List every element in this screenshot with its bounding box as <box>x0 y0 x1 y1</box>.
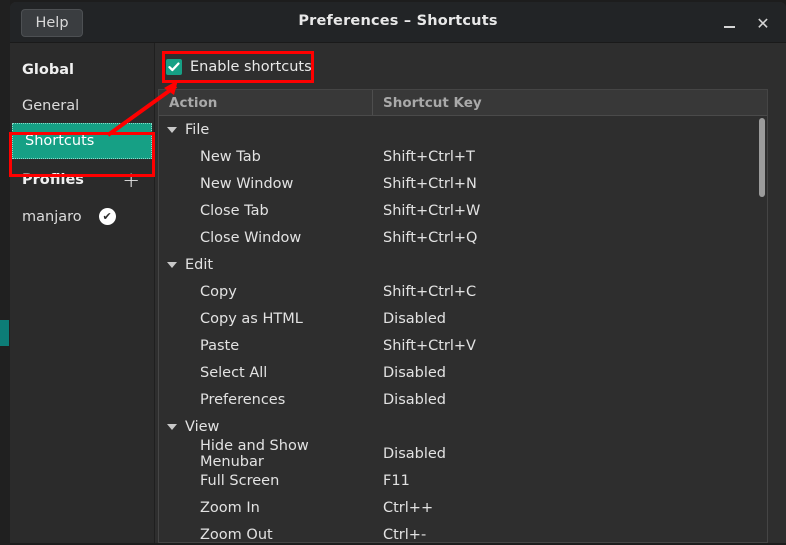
table-group-label: Edit <box>185 256 214 273</box>
sidebar-item-general[interactable]: General <box>10 89 154 123</box>
cell-shortcut-key[interactable]: Disabled <box>373 365 767 381</box>
table-row[interactable]: Preferences Disabled <box>159 386 767 413</box>
table-row[interactable]: Zoom Out Ctrl+- <box>159 521 767 543</box>
chevron-down-icon[interactable] <box>167 126 177 133</box>
cell-action: Full Screen <box>200 472 280 489</box>
check-circle-icon: ✔ <box>98 208 116 225</box>
column-header-action[interactable]: Action <box>159 90 373 115</box>
content-panel: Enable shortcuts Action Shortcut Key Fil… <box>155 43 786 543</box>
table-group-row[interactable]: Edit <box>159 251 767 278</box>
titlebar: Help Preferences – Shortcuts ✕ <box>10 2 786 43</box>
table-group-row[interactable]: View <box>159 413 767 440</box>
cell-action: Copy <box>200 283 237 300</box>
profile-name: manjaro <box>22 208 82 225</box>
cell-action: Preferences <box>200 391 286 408</box>
close-icon: ✕ <box>756 13 770 33</box>
profiles-header-row: Profiles + <box>10 159 154 197</box>
table-row[interactable]: Hide and Show Menubar Disabled <box>159 437 767 470</box>
enable-shortcuts-checkbox[interactable] <box>166 59 182 75</box>
screen: Help Preferences – Shortcuts ✕ Global Ge… <box>0 0 786 545</box>
minimize-button[interactable] <box>718 12 740 34</box>
shortcuts-table: Action Shortcut Key File New Tab Shift+Ctr… <box>158 89 768 543</box>
enable-shortcuts-label: Enable shortcuts <box>190 59 312 75</box>
cell-shortcut-key[interactable]: Ctrl++ <box>373 500 767 516</box>
desktop-accent-strip <box>0 320 9 346</box>
sidebar-header-profiles: Profiles <box>22 172 84 188</box>
cell-action: Close Window <box>200 229 302 246</box>
cell-action: Zoom In <box>200 499 260 516</box>
table-row[interactable]: Zoom In Ctrl++ <box>159 494 767 521</box>
cell-shortcut-key[interactable]: Shift+Ctrl+Q <box>373 230 767 246</box>
sidebar: Global General Shortcuts Profiles + manj… <box>10 43 155 543</box>
cell-action: Zoom Out <box>200 526 273 543</box>
cell-shortcut-key[interactable]: Shift+Ctrl+V <box>373 338 767 354</box>
table-row[interactable]: Select All Disabled <box>159 359 767 386</box>
cell-shortcut-key[interactable]: Shift+Ctrl+N <box>373 176 767 192</box>
cell-action: Close Tab <box>200 202 269 219</box>
cell-shortcut-key[interactable]: Disabled <box>373 311 767 327</box>
table-body: File New Tab Shift+Ctrl+T New Window Shift+C… <box>159 116 767 543</box>
cell-shortcut-key[interactable]: Disabled <box>373 446 767 462</box>
table-row[interactable]: Copy Shift+Ctrl+C <box>159 278 767 305</box>
cell-action: Select All <box>200 364 268 381</box>
vertical-scrollbar-thumb[interactable] <box>759 118 765 197</box>
table-row[interactable]: New Window Shift+Ctrl+N <box>159 170 767 197</box>
chevron-down-icon[interactable] <box>167 261 177 268</box>
cell-action: Paste <box>200 337 240 354</box>
cell-shortcut-key[interactable]: Shift+Ctrl+W <box>373 203 767 219</box>
table-group-label: File <box>185 121 210 138</box>
table-group-row[interactable]: File <box>159 116 767 143</box>
cell-shortcut-key[interactable]: Shift+Ctrl+C <box>373 284 767 300</box>
sidebar-item-shortcuts[interactable]: Shortcuts <box>12 123 152 159</box>
column-header-shortcut-key[interactable]: Shortcut Key <box>373 90 767 115</box>
chevron-down-icon[interactable] <box>167 423 177 430</box>
table-header: Action Shortcut Key <box>159 90 767 116</box>
minimize-icon <box>723 26 735 28</box>
sidebar-header-global: Global <box>22 62 74 78</box>
window-body: Global General Shortcuts Profiles + manj… <box>10 43 786 543</box>
profile-item-manjaro[interactable]: manjaro ✔ <box>10 197 154 234</box>
cell-shortcut-key[interactable]: F11 <box>373 473 767 489</box>
close-button[interactable]: ✕ <box>752 12 774 34</box>
table-group-label: View <box>185 418 220 435</box>
plus-icon[interactable]: + <box>122 170 140 191</box>
table-row[interactable]: Close Tab Shift+Ctrl+W <box>159 197 767 224</box>
enable-shortcuts-row[interactable]: Enable shortcuts <box>160 57 318 77</box>
cell-action: New Tab <box>200 148 261 165</box>
table-row[interactable]: Copy as HTML Disabled <box>159 305 767 332</box>
cell-shortcut-key[interactable]: Shift+Ctrl+T <box>373 149 767 165</box>
table-row[interactable]: Paste Shift+Ctrl+V <box>159 332 767 359</box>
cell-action: New Window <box>200 175 294 192</box>
cell-shortcut-key[interactable]: Ctrl+- <box>373 527 767 543</box>
preferences-window: Help Preferences – Shortcuts ✕ Global Ge… <box>10 2 786 543</box>
window-title: Preferences – Shortcuts <box>298 13 498 29</box>
cell-action: Copy as HTML <box>200 310 303 327</box>
cell-shortcut-key[interactable]: Disabled <box>373 392 767 408</box>
table-row[interactable]: New Tab Shift+Ctrl+T <box>159 143 767 170</box>
table-row[interactable]: Full Screen F11 <box>159 467 767 494</box>
table-row[interactable]: Close Window Shift+Ctrl+Q <box>159 224 767 251</box>
cell-action: Hide and Show Menubar <box>200 437 309 470</box>
desktop-edge <box>0 0 10 545</box>
